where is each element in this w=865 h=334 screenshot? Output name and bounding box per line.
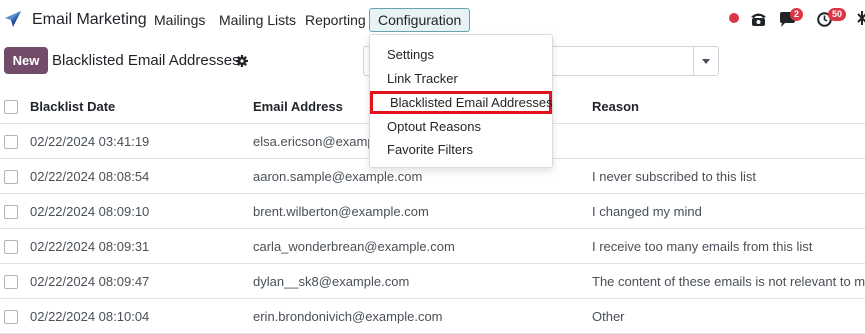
menu-mailings[interactable]: Mailings: [154, 12, 205, 28]
menu-reporting[interactable]: Reporting: [305, 12, 366, 28]
reason-cell: Other: [592, 298, 865, 334]
table-row[interactable]: 02/22/2024 08:09:31 carla_wonderbrean@ex…: [0, 228, 865, 264]
table-row[interactable]: 02/22/2024 08:10:04 erin.brondonivich@ex…: [0, 298, 865, 334]
gear-icon[interactable]: [236, 55, 248, 67]
debug-icon[interactable]: [857, 10, 865, 26]
blacklist-date-cell: 02/22/2024 08:09:31: [30, 228, 253, 264]
table-row[interactable]: 02/22/2024 08:09:10 brent.wilberton@exam…: [0, 193, 865, 229]
email-cell: dylan__sk8@example.com: [253, 263, 592, 299]
row-checkbox[interactable]: [4, 134, 18, 149]
messages-badge: 2: [790, 8, 804, 21]
blacklist-date-cell: 02/22/2024 08:08:54: [30, 158, 253, 194]
row-checkbox[interactable]: [4, 274, 18, 289]
presence-status-icon: [729, 13, 739, 23]
configuration-dropdown-menu: Settings Link Tracker Blacklisted Email …: [369, 34, 553, 168]
menu-configuration[interactable]: Configuration: [369, 8, 471, 32]
blacklist-date-cell: 02/22/2024 08:09:47: [30, 263, 253, 299]
reason-cell: I changed my mind: [592, 193, 865, 229]
email-marketing-logo-icon[interactable]: [4, 10, 22, 28]
column-header-blacklist-date[interactable]: Blacklist Date: [30, 89, 253, 124]
menu-item-optout-reasons[interactable]: Optout Reasons: [370, 115, 552, 138]
email-cell: brent.wilberton@example.com: [253, 193, 592, 229]
page-title: Blacklisted Email Addresses: [52, 52, 240, 69]
menu-item-blacklisted-email-addresses[interactable]: Blacklisted Email Addresses: [370, 91, 553, 114]
menu-mailing-lists[interactable]: Mailing Lists: [219, 12, 296, 28]
column-header-reason[interactable]: Reason: [592, 89, 865, 124]
row-checkbox[interactable]: [4, 239, 18, 254]
menu-item-link-tracker[interactable]: Link Tracker: [370, 67, 552, 90]
blacklist-date-cell: 02/22/2024 08:10:04: [30, 298, 253, 334]
menu-item-favorite-filters[interactable]: Favorite Filters: [370, 138, 552, 161]
reason-cell: I never subscribed to this list: [592, 158, 865, 194]
blacklist-date-cell: 02/22/2024 03:41:19: [30, 123, 253, 159]
reason-cell: I receive too many emails from this list: [592, 228, 865, 264]
blacklist-date-cell: 02/22/2024 08:09:10: [30, 193, 253, 229]
search-options-toggle[interactable]: [693, 46, 719, 76]
email-cell: carla_wonderbrean@example.com: [253, 228, 592, 264]
new-button[interactable]: New: [4, 47, 48, 74]
row-checkbox[interactable]: [4, 169, 18, 184]
activities-badge: 50: [828, 8, 847, 21]
email-cell: erin.brondonivich@example.com: [253, 298, 592, 334]
table-row[interactable]: 02/22/2024 08:09:47 dylan__sk8@example.c…: [0, 263, 865, 299]
menu-item-settings[interactable]: Settings: [370, 43, 552, 66]
reason-cell: [592, 123, 865, 159]
row-checkbox[interactable]: [4, 204, 18, 219]
select-all-checkbox[interactable]: [4, 99, 18, 114]
phone-icon[interactable]: [750, 11, 767, 27]
row-checkbox[interactable]: [4, 309, 18, 324]
app-name[interactable]: Email Marketing: [32, 11, 147, 29]
reason-cell: The content of these emails is not relev…: [592, 263, 865, 299]
